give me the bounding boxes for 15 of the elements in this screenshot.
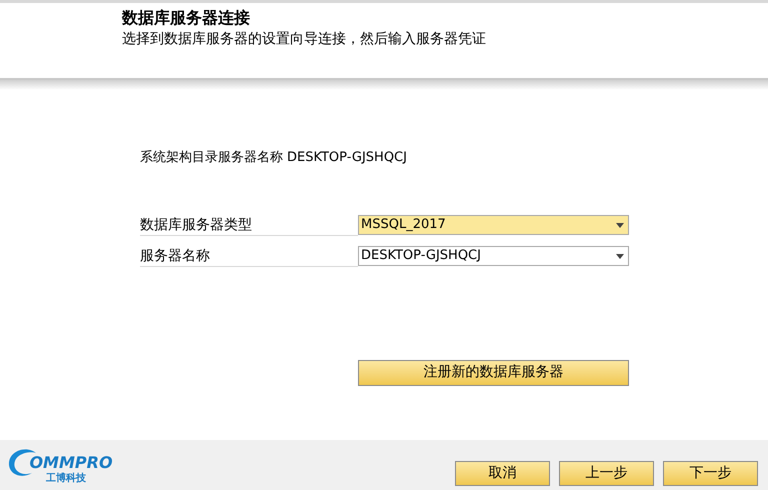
dropdown[interactable]: MSSQL_2017 [358,215,629,235]
dropdown[interactable]: DESKTOP-GJSHQCJ [358,246,629,266]
register-server-button[interactable]: 注册新的数据库服务器 [358,360,629,386]
company-logo: OMMPRO 工博科技 [6,445,112,485]
wizard-button[interactable]: 上一步 [559,460,654,486]
catalog-server-label: 系统架构目录服务器名称 [140,149,283,167]
page-title: 数据库服务器连接 [122,7,251,29]
wizard-button[interactable]: 取消 [455,460,550,486]
catalog-server-name: DESKTOP-GJSHQCJ [287,149,407,167]
dropdown-arrow-icon [616,222,624,228]
field-label: 数据库服务器类型 [140,214,358,236]
page-subtitle: 选择到数据库服务器的设置向导连接，然后输入服务器凭证 [122,30,487,49]
dropdown-arrow-icon [616,254,624,258]
wizard-button[interactable]: 下一步 [663,460,758,486]
field-label: 服务器名称 [140,246,358,266]
